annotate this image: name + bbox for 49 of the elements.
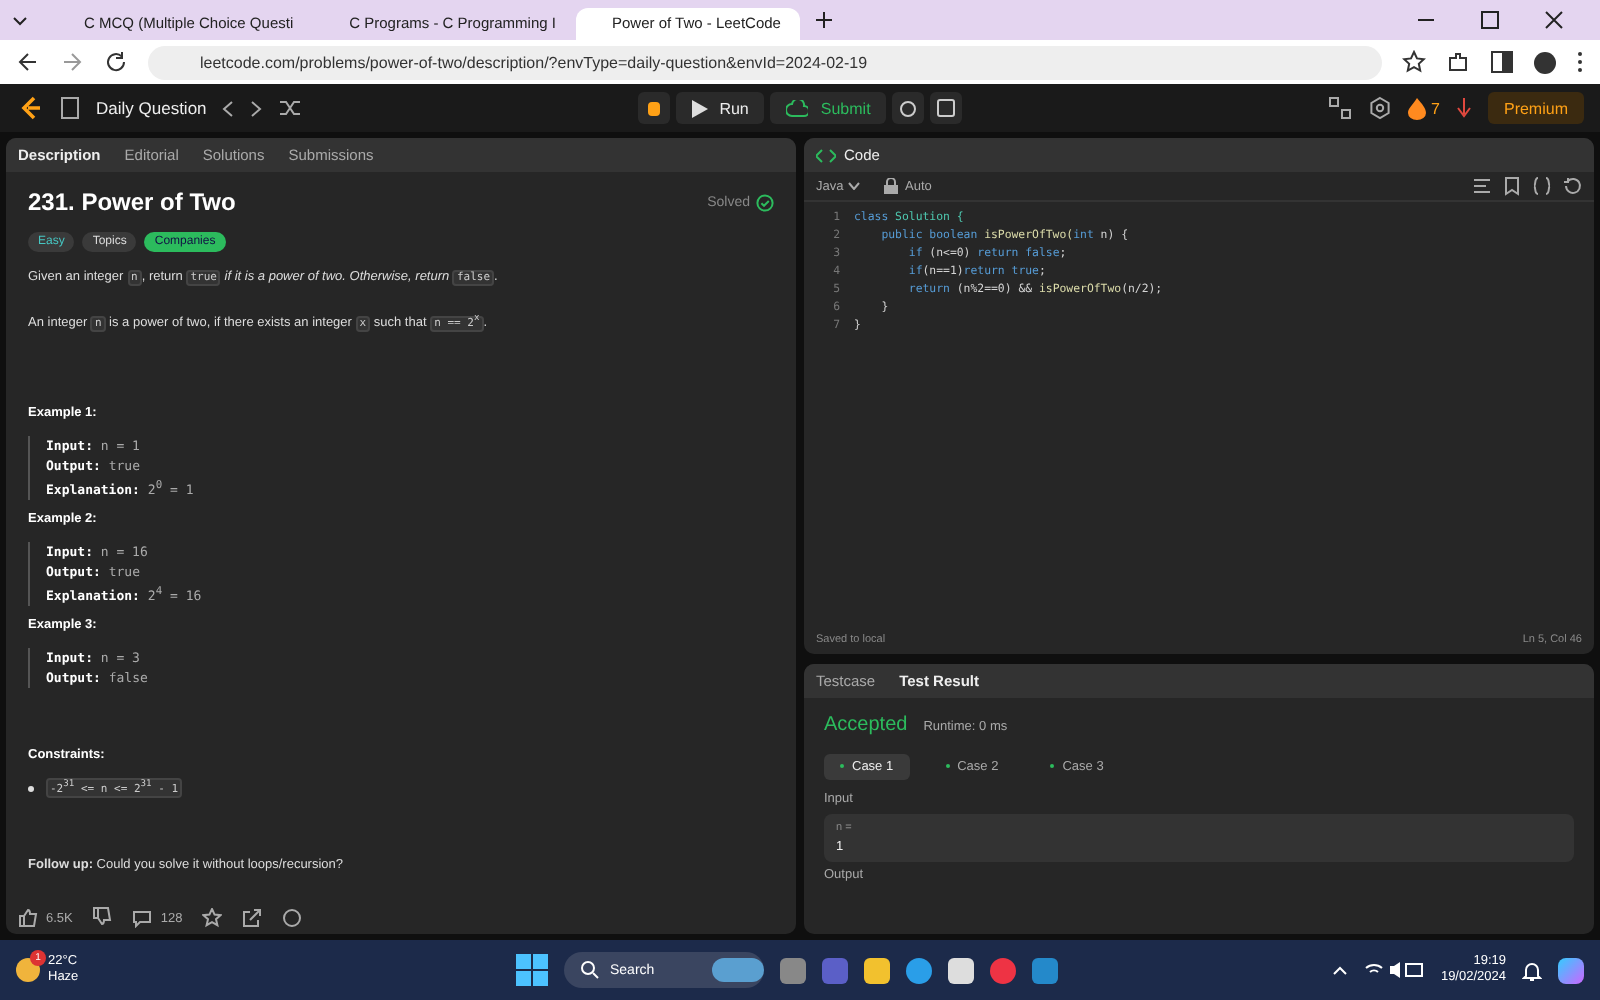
format-icon[interactable]: [1472, 176, 1492, 196]
new-tab-icon[interactable]: [816, 12, 833, 28]
tab-list-icon[interactable]: [12, 15, 28, 25]
bookmark-icon[interactable]: [1502, 176, 1522, 196]
lock-icon: [883, 178, 898, 194]
dot-icon: [945, 764, 950, 769]
dot-icon: [1050, 764, 1055, 769]
close-icon[interactable]: [1544, 10, 1564, 30]
forward-icon[interactable]: [60, 50, 84, 74]
address-bar[interactable]: leetcode.com/problems/power-of-two/description/?envType=daily-question&envId=2024-02-19: [148, 45, 1382, 79]
start-icon[interactable]: [516, 954, 548, 986]
reload-icon[interactable]: [104, 50, 128, 74]
reset-icon[interactable]: [1562, 176, 1582, 196]
shuffle-icon[interactable]: [278, 96, 303, 120]
bullet-icon: [28, 785, 34, 792]
previous-icon[interactable]: [222, 99, 235, 117]
notification-icon[interactable]: [1455, 96, 1472, 120]
problem-list-title[interactable]: Daily Question: [96, 98, 207, 118]
star-icon[interactable]: [202, 908, 223, 928]
layout-icon[interactable]: [1327, 96, 1352, 120]
braces-icon[interactable]: [1532, 176, 1552, 196]
verdict-text: Accepted: [824, 714, 908, 736]
sidebar-icon[interactable]: [1490, 50, 1514, 74]
code-icon: [816, 147, 836, 163]
star-icon[interactable]: [1402, 50, 1426, 74]
search-icon: [580, 960, 600, 980]
caret-icon: [847, 181, 860, 189]
share-icon[interactable]: [242, 908, 263, 928]
check-icon: [756, 193, 774, 211]
debug-button[interactable]: [637, 92, 670, 124]
bell-icon[interactable]: [1522, 959, 1542, 981]
comment-icon: [132, 908, 153, 928]
premium-button[interactable]: Premium: [1487, 92, 1584, 124]
extensions-icon[interactable]: [1446, 50, 1470, 74]
dislike-icon[interactable]: [92, 906, 113, 930]
chevron-icon[interactable]: [1332, 965, 1349, 975]
problem-title: 231. Power of Two: [28, 188, 238, 216]
settings-icon[interactable]: [1367, 96, 1392, 120]
maximize-icon[interactable]: [1480, 10, 1500, 30]
system-tray-icon[interactable]: [1364, 960, 1425, 980]
back-icon[interactable]: [16, 50, 40, 74]
cloud-icon: [786, 99, 809, 117]
more-icon[interactable]: [1576, 50, 1584, 74]
run-button[interactable]: Run: [675, 92, 765, 124]
avatar-icon[interactable]: [1534, 51, 1556, 73]
submit-button[interactable]: Submit: [770, 92, 887, 124]
play-icon: [691, 99, 708, 117]
next-icon[interactable]: [250, 99, 263, 117]
thumbs-up-icon: [18, 908, 38, 928]
